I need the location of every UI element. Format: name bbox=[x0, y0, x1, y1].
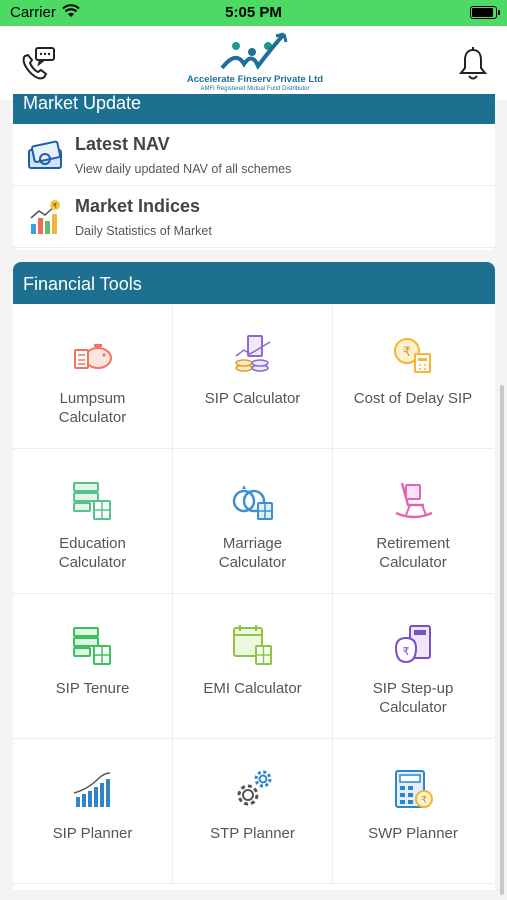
svg-text:₹: ₹ bbox=[403, 345, 411, 360]
tool-label: SWP Planner bbox=[368, 825, 458, 842]
tool-label: Retirement Calculator bbox=[376, 535, 450, 571]
tool-sip-planner[interactable]: SIP Planner bbox=[13, 739, 173, 884]
latest-nav-subtitle: View daily updated NAV of all schemes bbox=[75, 162, 292, 176]
calculator-rupee-icon: ₹ bbox=[395, 770, 433, 808]
svg-text:₹: ₹ bbox=[53, 202, 58, 210]
list-item-latest-nav[interactable]: Latest NAV View daily updated NAV of all… bbox=[13, 124, 495, 186]
tool-label: Marriage Calculator bbox=[218, 535, 287, 571]
market-update-card: Market Update Latest NAV View daily upda… bbox=[13, 94, 495, 250]
battery-icon bbox=[470, 6, 500, 19]
piggy-bank-icon bbox=[74, 344, 112, 369]
tool-label: Education Calculator bbox=[58, 535, 127, 571]
tool-label: Cost of Delay SIP bbox=[353, 390, 473, 407]
tool-label: Lumpsum Calculator bbox=[58, 390, 127, 426]
tool-sip-tenure[interactable]: SIP Tenure bbox=[13, 594, 173, 739]
financial-tools-header: Financial Tools bbox=[13, 262, 495, 304]
calendar-calculator-icon bbox=[233, 625, 272, 665]
tool-label: SIP Calculator bbox=[204, 390, 301, 407]
bell-icon[interactable] bbox=[457, 46, 489, 82]
svg-text:₹: ₹ bbox=[403, 645, 410, 658]
tool-sip-calculator[interactable]: SIP Calculator bbox=[173, 304, 333, 449]
money-bag-calculator-icon: ₹ bbox=[394, 625, 431, 664]
financial-tools-card: Financial Tools Lumpsum Calculator SIP C… bbox=[13, 262, 495, 890]
latest-nav-title: Latest NAV bbox=[75, 134, 170, 154]
tool-label: SIP Tenure bbox=[55, 680, 130, 697]
svg-text:₹: ₹ bbox=[421, 795, 427, 806]
books-calculator-icon bbox=[73, 627, 111, 665]
scrollbar[interactable] bbox=[500, 385, 504, 895]
rings-calculator-icon bbox=[232, 485, 273, 520]
logo-company-name: Accelerate Finserv Private Ltd bbox=[186, 74, 324, 85]
tool-education-calculator[interactable]: Education Calculator bbox=[13, 449, 173, 594]
logo-tagline: AMFI Registered Mutual Fund Distributor bbox=[200, 86, 310, 92]
status-bar: Carrier 5:05 PM bbox=[0, 0, 507, 26]
tool-cost-of-delay-sip[interactable]: ₹ Cost of Delay SIP bbox=[333, 304, 493, 449]
growth-chart-icon bbox=[73, 772, 111, 807]
books-calculator-icon bbox=[73, 482, 111, 520]
cash-icon bbox=[28, 140, 62, 169]
tool-emi-calculator[interactable]: EMI Calculator bbox=[173, 594, 333, 739]
rocking-chair-icon bbox=[395, 482, 433, 519]
market-indices-title: Market Indices bbox=[75, 196, 201, 216]
clock: 5:05 PM bbox=[225, 4, 282, 21]
list-item-market-indices[interactable]: ₹ Market Indices Daily Statistics of Mar… bbox=[13, 186, 495, 248]
market-indices-subtitle: Daily Statistics of Market bbox=[75, 224, 212, 238]
gears-icon bbox=[237, 770, 272, 806]
rupee-coin-calculator-icon: ₹ bbox=[394, 338, 431, 373]
app-header: Accelerate Finserv Private Ltd AMFI Regi… bbox=[0, 26, 507, 100]
tool-retirement-calculator[interactable]: Retirement Calculator bbox=[333, 449, 493, 594]
phone-chat-icon[interactable] bbox=[18, 44, 58, 84]
brand-logo: Accelerate Finserv Private Ltd AMFI Regi… bbox=[170, 28, 340, 96]
financial-tools-title: Financial Tools bbox=[23, 274, 142, 294]
coins-calculator-icon bbox=[235, 335, 271, 372]
tool-label: SIP Planner bbox=[52, 825, 133, 842]
tool-lumpsum-calculator[interactable]: Lumpsum Calculator bbox=[13, 304, 173, 449]
tool-label: STP Planner bbox=[210, 825, 295, 842]
logo-graphic bbox=[220, 32, 288, 70]
tool-swp-planner[interactable]: ₹ SWP Planner bbox=[333, 739, 493, 884]
tool-label: EMI Calculator bbox=[203, 680, 302, 697]
market-update-title: Market Update bbox=[23, 94, 142, 113]
tool-stp-planner[interactable]: STP Planner bbox=[173, 739, 333, 884]
market-update-header: Market Update bbox=[13, 94, 495, 124]
bar-graph-icon: ₹ bbox=[30, 200, 60, 234]
tool-marriage-calculator[interactable]: Marriage Calculator bbox=[173, 449, 333, 594]
tool-sip-step-up-calculator[interactable]: ₹ SIP Step-up Calculator bbox=[333, 594, 493, 739]
tool-label: SIP Step-up Calculator bbox=[372, 680, 454, 716]
